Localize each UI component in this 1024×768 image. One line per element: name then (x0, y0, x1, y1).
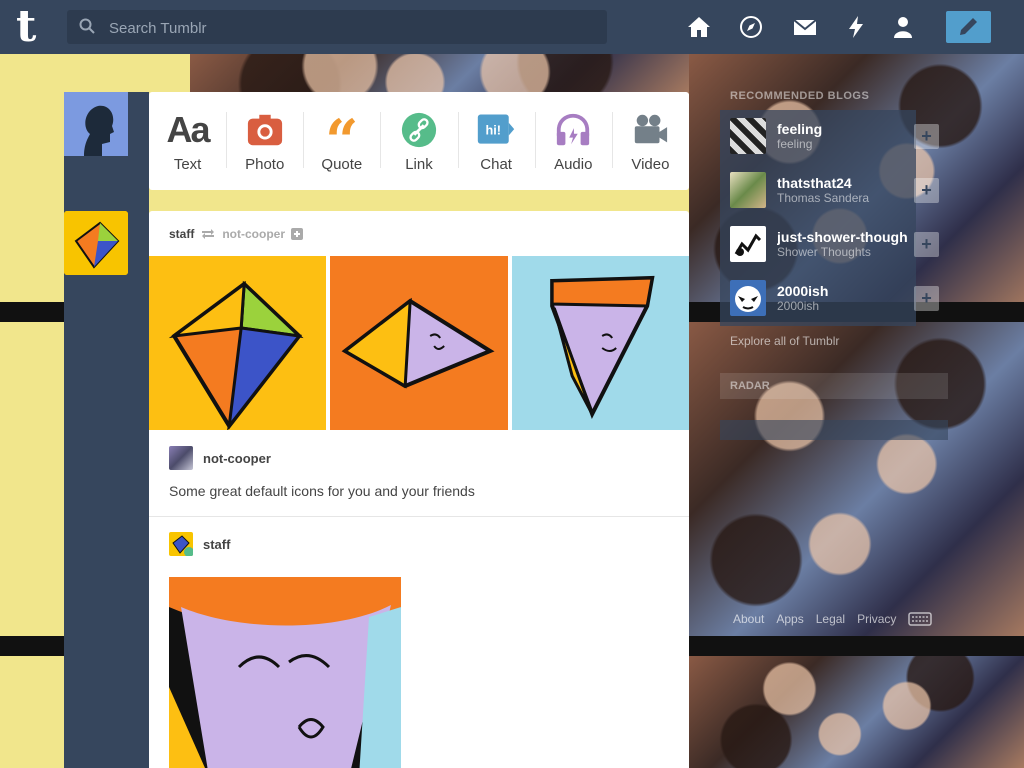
post-type-label: Chat (480, 156, 512, 173)
sidebar: RECOMMENDED BLOGS (720, 84, 950, 102)
radar-panel (720, 420, 948, 440)
post-header: staff not-cooper (169, 227, 304, 241)
text-icon: Aa (166, 109, 211, 150)
follow-button[interactable]: + (914, 178, 939, 203)
footer-link-privacy[interactable]: Privacy (857, 612, 896, 626)
explore-icon[interactable] (738, 14, 764, 40)
kite-avatar-icon (64, 211, 128, 275)
follow-button[interactable]: + (914, 286, 939, 311)
quote-icon: “ (325, 107, 359, 175)
post-type-label: Video (631, 156, 670, 173)
footer-link-apps[interactable]: Apps (776, 612, 803, 626)
post-type-link[interactable]: Link (380, 92, 457, 190)
recommended-blog-item[interactable]: feeling feeling (730, 118, 907, 154)
reblogger-name[interactable]: not-cooper (203, 451, 271, 466)
follow-button[interactable]: + (914, 124, 939, 149)
svg-text:hi!: hi! (486, 123, 502, 138)
blog-avatar (730, 172, 766, 208)
activity-icon[interactable] (843, 14, 869, 40)
post-type-label: Text (173, 156, 202, 173)
divider (149, 516, 689, 517)
post-caption: Some great default icons for you and you… (169, 483, 475, 499)
photo-kite-blue[interactable] (511, 256, 689, 430)
post-author-link[interactable]: staff (169, 227, 194, 241)
post-type-label: Link (405, 156, 433, 173)
search-box[interactable] (67, 10, 607, 46)
blog-name: thatsthat24 (777, 175, 852, 191)
post-type-label: Audio (554, 156, 593, 173)
blog-title: Shower Thoughts (777, 245, 871, 259)
recommended-blog-item[interactable]: thatsthat24 Thomas Sandera (730, 172, 907, 208)
video-icon (630, 110, 670, 150)
reblog-icon (202, 229, 215, 239)
link-icon (399, 110, 439, 150)
recommended-blog-item[interactable]: just-shower-thoughts Shower Thoughts (730, 226, 907, 262)
post-type-photo[interactable]: Photo (226, 92, 303, 190)
footer-link-legal[interactable]: Legal (816, 612, 845, 626)
top-bar: t (0, 0, 1024, 54)
tumblr-logo[interactable]: t (16, 5, 50, 49)
pencil-icon (960, 18, 977, 35)
chat-icon: hi! (476, 110, 516, 150)
reblogger-avatar[interactable] (169, 446, 193, 470)
camera-icon (245, 110, 285, 150)
source-avatar[interactable] (169, 532, 194, 557)
post-type-bar: Aa Text Photo “ Quote Link hi! Chat Audi… (149, 92, 689, 190)
blog-name: feeling (777, 121, 823, 137)
dashboard-rail (64, 92, 149, 768)
silhouette-icon (64, 92, 128, 156)
radar-heading: RADAR (720, 373, 948, 399)
follow-plus-icon[interactable] (291, 228, 304, 240)
blog-title: Thomas Sandera (777, 191, 870, 205)
headphones-icon (553, 110, 593, 150)
account-icon[interactable] (890, 14, 916, 40)
post-type-quote[interactable]: “ Quote (303, 92, 380, 190)
photo-kite-yellow[interactable] (149, 256, 327, 430)
post-type-audio[interactable]: Audio (534, 92, 612, 190)
blog-name: 2000ish (777, 283, 829, 299)
search-input[interactable] (107, 10, 591, 46)
recommended-blog-item[interactable]: 2000ish 2000ish (730, 280, 907, 316)
photo-kite-orange[interactable] (330, 256, 508, 430)
post-type-label: Quote (321, 156, 363, 173)
blog-avatar (730, 226, 766, 262)
sidebar-footer: About Apps Legal Privacy (733, 612, 933, 626)
post-type-video[interactable]: Video (611, 92, 689, 190)
blog-name: just-shower-thoughts (777, 229, 907, 245)
reblog-trail-entry: not-cooper (169, 446, 271, 470)
post-image-closeup[interactable] (169, 577, 401, 768)
blog-avatar (730, 280, 766, 316)
user-avatar[interactable] (64, 92, 128, 156)
post-type-text[interactable]: Aa Text (149, 92, 226, 190)
footer-link-about[interactable]: About (733, 612, 764, 626)
keyboard-icon[interactable] (908, 612, 933, 626)
blog-title: 2000ish (777, 299, 820, 313)
source-name[interactable]: staff (203, 537, 230, 552)
post-type-label: Photo (245, 156, 285, 173)
inbox-icon[interactable] (792, 14, 818, 40)
blog-title: feeling (777, 137, 813, 151)
source-entry: staff (169, 532, 230, 557)
post-author-avatar[interactable] (64, 211, 128, 275)
post-type-chat[interactable]: hi! Chat (457, 92, 535, 190)
search-icon (79, 18, 95, 34)
reblogged-from-link[interactable]: not-cooper (222, 227, 285, 241)
home-icon[interactable] (686, 14, 712, 40)
compose-button[interactable] (946, 11, 991, 43)
blog-avatar (730, 118, 766, 154)
recommended-blogs-heading: RECOMMENDED BLOGS (730, 90, 870, 102)
explore-link[interactable]: Explore all of Tumblr (730, 334, 839, 348)
photoset[interactable] (149, 256, 689, 430)
dashboard-post: staff not-cooper not-cooper Some great d… (149, 211, 689, 768)
follow-button[interactable]: + (914, 232, 939, 257)
